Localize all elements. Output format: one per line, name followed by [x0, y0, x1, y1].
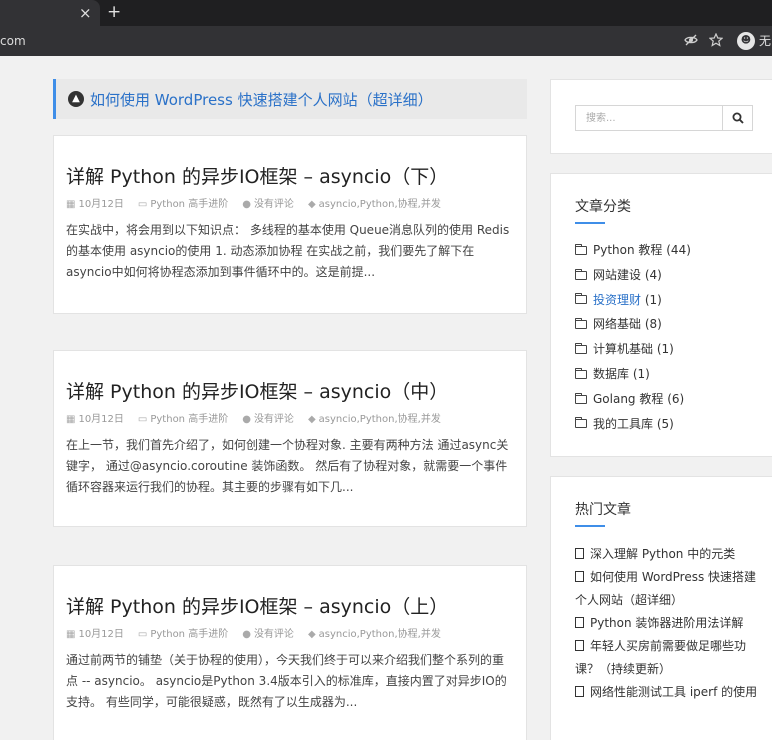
search-button[interactable] — [722, 106, 752, 130]
folder-icon — [575, 243, 587, 255]
hot-posts-title: 热门文章 — [575, 502, 631, 518]
folder-icon — [575, 318, 587, 330]
post-tags[interactable]: ◆ asyncio,Python,协程,并发 — [308, 198, 441, 212]
comments-icon: ● — [242, 414, 251, 425]
category-item[interactable]: Python 教程 (44) — [575, 238, 691, 263]
hot-post-list: 深入理解 Python 中的元类 如何使用 WordPress 快速搭建个人网站… — [575, 543, 761, 704]
search-form — [575, 105, 753, 131]
hot-post-item[interactable]: Python 装饰器进阶用法详解 — [575, 612, 761, 635]
post-title[interactable]: 详解 Python 的异步IO框架 – asyncio（上） — [66, 594, 514, 620]
sticky-post-link[interactable]: ▲ 如何使用 WordPress 快速搭建个人网站（超详细） — [53, 79, 527, 119]
post-excerpt: 通过前两节的铺垫（关于协程的使用），今天我们终于可以来介绍我们整个系列的重点 -… — [66, 653, 507, 709]
post-date: ▦ 10月12日 — [66, 414, 124, 425]
post-meta: ▦ 10月12日 ▭ Python 高手进阶 ● 没有评论 ◆ asyncio,Pyth… — [66, 413, 514, 427]
post-date: ▦ 10月12日 — [66, 199, 124, 210]
search-widget — [550, 79, 772, 154]
categories-widget: 文章分类 Python 教程 (44) 网站建设 (4) 投资理财 (1) 网络… — [550, 173, 772, 457]
categories-title: 文章分类 — [575, 199, 631, 215]
new-tab-icon[interactable]: + — [107, 2, 121, 22]
search-icon — [732, 112, 744, 124]
comments-icon: ● — [242, 629, 251, 640]
post-date: ▦ 10月12日 — [66, 629, 124, 640]
category-item[interactable]: Golang 教程 (6) — [575, 387, 691, 412]
document-icon — [575, 548, 584, 559]
calendar-icon: ▦ — [66, 199, 76, 210]
calendar-icon: ▦ — [66, 414, 76, 425]
post-category[interactable]: ▭ Python 高手进阶 — [138, 198, 228, 212]
hot-posts-widget: 热门文章 深入理解 Python 中的元类 如何使用 WordPress 快速搭… — [550, 476, 772, 740]
hot-post-item[interactable]: 如何使用 WordPress 快速搭建个人网站（超详细） — [575, 566, 761, 612]
post-comments[interactable]: ● 没有评论 — [242, 198, 294, 212]
category-item[interactable]: 投资理财 (1) — [575, 288, 691, 313]
post-title[interactable]: 详解 Python 的异步IO框架 – asyncio（中） — [66, 379, 514, 405]
browser-tab[interactable]: × — [0, 0, 100, 26]
folder-icon — [575, 268, 587, 280]
calendar-icon: ▦ — [66, 629, 76, 640]
post-card: 详解 Python 的异步IO框架 – asyncio（下） ▦ 10月12日 ▭… — [53, 135, 527, 314]
category-item[interactable]: 网络基础 (8) — [575, 312, 691, 337]
document-icon — [575, 640, 584, 651]
tag-icon: ◆ — [307, 199, 316, 210]
category-list: Python 教程 (44) 网站建设 (4) 投资理财 (1) 网络基础 (8… — [575, 238, 691, 436]
profile-avatar-icon[interactable]: ☻ — [737, 32, 755, 50]
arrow-up-circle-icon: ▲ — [68, 91, 84, 107]
folder-icon — [575, 367, 587, 379]
post-card: 详解 Python 的异步IO框架 – asyncio（上） ▦ 10月12日 ▭… — [53, 565, 527, 740]
star-icon[interactable] — [708, 32, 724, 51]
post-meta: ▦ 10月12日 ▭ Python 高手进阶 ● 没有评论 ◆ asyncio,Pyth… — [66, 198, 514, 212]
folder-icon — [575, 417, 587, 429]
comments-icon: ● — [242, 199, 251, 210]
document-icon — [575, 686, 584, 697]
tag-icon: ◆ — [307, 414, 316, 425]
document-icon — [575, 617, 584, 628]
search-input[interactable] — [576, 106, 722, 130]
hot-post-item[interactable]: 年轻人买房前需要做足哪些功课？（持续更新） — [575, 635, 761, 681]
category-item[interactable]: 我的工具库 (5) — [575, 412, 691, 437]
category-item[interactable]: 网站建设 (4) — [575, 263, 691, 288]
folder-icon: ▭ — [137, 199, 148, 210]
folder-icon: ▭ — [137, 629, 148, 640]
post-category[interactable]: ▭ Python 高手进阶 — [138, 413, 228, 427]
post-tags[interactable]: ◆ asyncio,Python,协程,并发 — [308, 628, 441, 642]
sticky-post-title[interactable]: 如何使用 WordPress 快速搭建个人网站（超详细） — [90, 89, 433, 110]
document-icon — [575, 571, 584, 582]
folder-icon: ▭ — [137, 414, 148, 425]
browser-tab-bar: × + — [0, 0, 772, 26]
post-comments[interactable]: ● 没有评论 — [242, 628, 294, 642]
hot-post-item[interactable]: 深入理解 Python 中的元类 — [575, 543, 761, 566]
page-content: ▲ 如何使用 WordPress 快速搭建个人网站（超详细） 详解 Python… — [0, 56, 772, 740]
folder-icon — [575, 293, 587, 305]
post-title[interactable]: 详解 Python 的异步IO框架 – asyncio（下） — [66, 164, 514, 190]
title-underline — [575, 222, 605, 224]
eye-off-icon[interactable] — [684, 33, 698, 51]
close-tab-icon[interactable]: × — [79, 3, 92, 23]
title-underline — [575, 525, 605, 527]
folder-icon — [575, 392, 587, 404]
url-text[interactable]: com — [0, 32, 26, 50]
post-excerpt: 在上一节，我们首先介绍了，如何创建一个协程对象. 主要有两种方法 通过async… — [66, 438, 509, 494]
category-item[interactable]: 数据库 (1) — [575, 362, 691, 387]
post-tags[interactable]: ◆ asyncio,Python,协程,并发 — [308, 413, 441, 427]
post-meta: ▦ 10月12日 ▭ Python 高手进阶 ● 没有评论 ◆ asyncio,Pyth… — [66, 628, 514, 642]
post-card: 详解 Python 的异步IO框架 – asyncio（中） ▦ 10月12日 ▭… — [53, 350, 527, 527]
category-item[interactable]: 计算机基础 (1) — [575, 337, 691, 362]
post-excerpt: 在实战中，将会用到以下知识点： 多线程的基本使用 Queue消息队列的使用 Re… — [66, 223, 510, 279]
post-comments[interactable]: ● 没有评论 — [242, 413, 294, 427]
address-bar: com ☻ 无 — [0, 26, 772, 56]
tag-icon: ◆ — [307, 629, 316, 640]
post-category[interactable]: ▭ Python 高手进阶 — [138, 628, 228, 642]
profile-label[interactable]: 无 — [759, 32, 771, 50]
folder-icon — [575, 343, 587, 355]
hot-post-item[interactable]: 网络性能测试工具 iperf 的使用 — [575, 681, 761, 704]
